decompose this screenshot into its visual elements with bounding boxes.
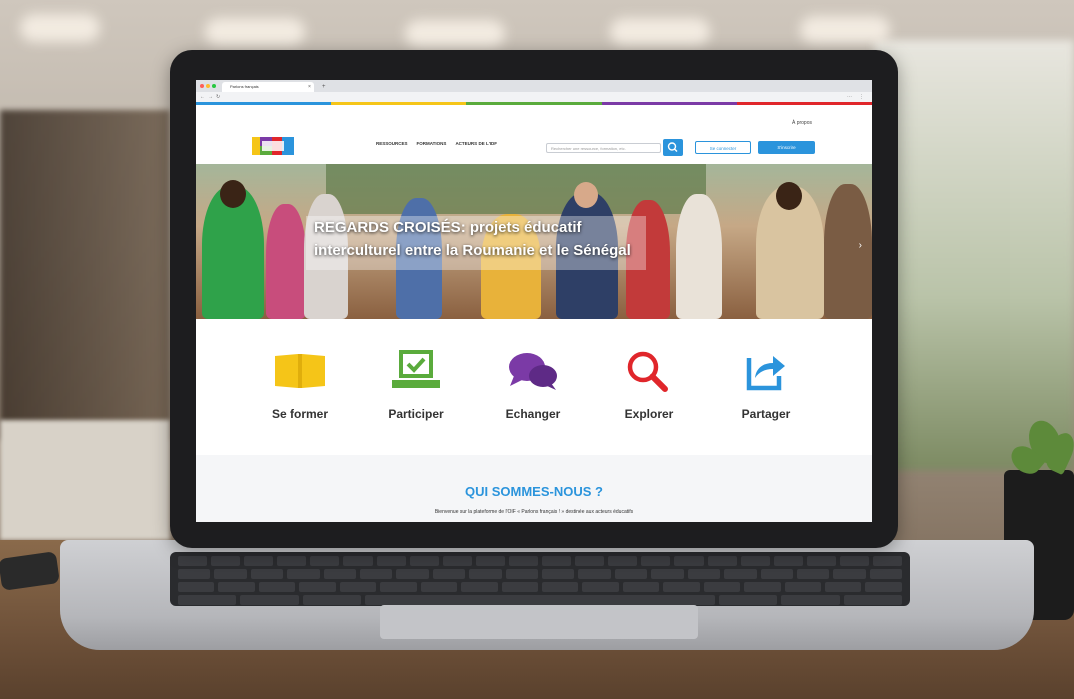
ceiling-light: [610, 18, 710, 46]
share-icon: [746, 356, 785, 391]
stripe-segment: [196, 102, 332, 105]
feature-label: Partager: [741, 407, 791, 421]
nav-item-ressources[interactable]: RESSOURCES: [376, 141, 408, 146]
stripe-segment: [331, 102, 467, 105]
reload-icon[interactable]: ↻: [216, 92, 220, 102]
feature-label: Participer: [388, 407, 444, 421]
ceiling-light: [800, 16, 890, 44]
ballot-check-icon: [392, 350, 440, 388]
book-icon: [275, 354, 325, 388]
hero-banner[interactable]: REGARDS CROISÉS: projets éducatif interc…: [196, 164, 872, 319]
stripe-segment: [601, 102, 737, 105]
feature-echanger[interactable]: Echanger: [483, 350, 583, 421]
maximize-window-icon[interactable]: [212, 84, 216, 88]
nav-item-formations[interactable]: FORMATIONS: [417, 141, 447, 146]
ceiling-light: [20, 14, 100, 42]
background-counter: [0, 420, 170, 540]
back-icon[interactable]: ←: [200, 92, 205, 102]
feature-label: Se former: [271, 407, 329, 421]
ceiling-light: [405, 20, 505, 48]
nav-item-acteurs[interactable]: ACTEURS DE L'IDF: [455, 141, 497, 146]
feature-partager[interactable]: Partager: [716, 350, 816, 421]
tab-close-icon[interactable]: ×: [308, 82, 311, 92]
new-tab-icon[interactable]: +: [322, 82, 326, 92]
login-button[interactable]: Se connecter: [695, 141, 751, 154]
laptop-trackpad: [380, 605, 698, 639]
browser-address-bar[interactable]: [196, 92, 872, 102]
hero-person-face: [220, 180, 246, 208]
hero-person-face: [574, 182, 598, 208]
browser-tab[interactable]: Parlons français: [222, 82, 314, 92]
about-link[interactable]: À propos: [792, 120, 812, 126]
close-window-icon[interactable]: [200, 84, 204, 88]
site-logo[interactable]: [252, 137, 294, 155]
hero-title-line: interculturel entre la Roumanie et le Sé…: [314, 242, 631, 259]
feature-explorer[interactable]: Explorer: [599, 350, 699, 421]
laptop-screen: Parlons français × + ← → ↻ ⋯ ⋮ À propos …: [196, 80, 872, 522]
hero-person: [266, 204, 306, 319]
ceiling-light: [205, 18, 305, 46]
about-section: QUI SOMMES-NOUS ? Bienvenue sur la plate…: [196, 455, 872, 522]
feature-section: Se former Participer Echanger Explorer P…: [196, 319, 872, 455]
stripe-segment: [466, 102, 602, 105]
main-navigation: RESSOURCES FORMATIONS ACTEURS DE L'IDF: [376, 141, 497, 146]
hero-person: [676, 194, 722, 319]
chat-bubbles-icon: [509, 353, 557, 390]
feature-participer[interactable]: Participer: [366, 350, 466, 421]
stripe-segment: [736, 102, 872, 105]
background-window: [874, 40, 1074, 470]
register-button[interactable]: S'inscrire: [758, 141, 815, 154]
hero-person: [824, 184, 872, 319]
minimize-window-icon[interactable]: [206, 84, 210, 88]
extensions-icon[interactable]: ⋯: [847, 92, 852, 102]
hero-title-box: REGARDS CROISÉS: projets éducatif interc…: [306, 216, 646, 270]
forward-icon[interactable]: →: [208, 92, 213, 102]
background-shelf: [0, 110, 170, 440]
carousel-next-icon[interactable]: ›: [859, 240, 862, 251]
brand-color-stripe: [196, 102, 872, 105]
about-title: QUI SOMMES-NOUS ?: [465, 484, 603, 499]
menu-icon[interactable]: ⋮: [859, 92, 864, 102]
magnifier-icon: [627, 351, 668, 392]
search-input[interactable]: Rechercher une ressource, formation, etc…: [546, 143, 661, 153]
search-icon: [667, 142, 678, 152]
feature-se-former[interactable]: Se former: [250, 350, 350, 421]
hero-person-face: [776, 182, 802, 210]
hero-title-line: REGARDS CROISÉS: projets éducatif: [314, 219, 582, 236]
browser-tab-strip: Parlons français × +: [196, 80, 872, 92]
about-text: Bienvenue sur la plateforme de l'OIF « P…: [434, 509, 634, 515]
laptop-keyboard: [170, 552, 910, 606]
feature-label: Explorer: [624, 407, 674, 421]
search-button[interactable]: [663, 139, 683, 156]
feature-label: Echanger: [505, 407, 561, 421]
